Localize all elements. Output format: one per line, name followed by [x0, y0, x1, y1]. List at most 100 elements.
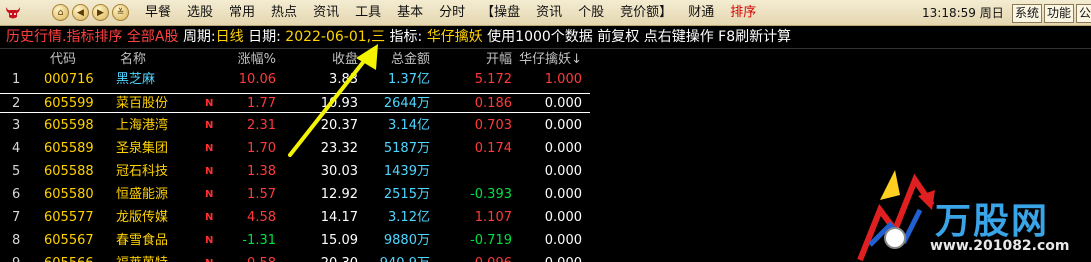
close-price: 12.92 — [320, 187, 358, 202]
stock-name: 福莱蒽特 — [116, 254, 168, 262]
table-row[interactable]: 5 605588 冠石科技 N 1.38 30.03 0.000 0.000 1439万 — [0, 162, 590, 182]
toolbar-button-1[interactable]: 功能 — [1044, 4, 1075, 23]
toolbar-button-0[interactable]: 系统 — [1012, 4, 1043, 23]
menu-item-5[interactable]: 工具 — [347, 0, 389, 26]
open-pct: -0.393 — [470, 187, 512, 202]
table-row[interactable]: 7 605577 龙版传媒 N 4.58 14.17 1.107 0.000 3.12亿 — [0, 208, 590, 228]
home-icon[interactable]: ⌂ — [52, 4, 69, 21]
right-buttons: 系统 功能公 — [1012, 4, 1091, 23]
menu-item-12[interactable]: 财通 — [680, 0, 722, 26]
amount-unit: 万 — [416, 233, 430, 248]
period-value[interactable]: 日线 — [216, 29, 244, 45]
row-index: 2 — [12, 96, 21, 111]
row-index: 1 — [12, 72, 21, 87]
amount-value: 940.9 — [380, 256, 417, 262]
total-amount: 9880万 — [384, 231, 430, 251]
menu-item-2[interactable]: 常用 — [221, 0, 263, 26]
amount-unit: 万 — [417, 256, 430, 262]
watermark-brand: 万股网 — [935, 201, 1050, 242]
row-index: 5 — [12, 164, 21, 179]
indicator-value: 0.000 — [544, 118, 582, 133]
close-price: 30.03 — [320, 164, 358, 179]
menu-item-3[interactable]: 热点 — [263, 0, 305, 26]
annotation-arrow — [288, 44, 378, 157]
stock-code: 605599 — [44, 96, 94, 111]
indicator-value: 0.000 — [544, 141, 582, 156]
stock-name: 冠石科技 — [116, 164, 169, 179]
header-name[interactable]: 名称 — [120, 50, 146, 70]
toolbar-button-2[interactable]: 公 — [1076, 4, 1091, 23]
open-pct: 0.096 — [475, 254, 512, 262]
change-pct: 4.58 — [247, 210, 276, 225]
amount-value: 9880 — [383, 233, 417, 248]
amount-unit: 万 — [416, 164, 430, 179]
menu-item-11[interactable]: 竞价额】 — [612, 0, 680, 26]
amount-value: 1439 — [383, 164, 417, 179]
usage-note: 使用1000个数据 前复权 点右键操作 F8刷新计算 — [487, 29, 792, 45]
amount-unit: 亿 — [416, 72, 430, 87]
open-pct: 0.000 — [474, 164, 512, 179]
table-row[interactable]: 8 605567 春雪食品 N -1.31 15.09 -0.719 0.000 9880万 — [0, 231, 590, 251]
new-flag: N — [205, 98, 214, 109]
header-amount[interactable]: 总金额 — [391, 50, 430, 70]
indicator-value: 0.000 — [545, 254, 582, 262]
stock-name: 恒盛能源 — [116, 187, 169, 202]
menu-item-10[interactable]: 个股 — [570, 0, 612, 26]
change-pct: 1.38 — [247, 164, 276, 179]
stock-code: 605577 — [44, 210, 94, 225]
open-pct: 0.703 — [474, 118, 512, 133]
menu-item-0[interactable]: 早餐 — [137, 0, 179, 26]
forward-icon[interactable]: ▶ — [92, 4, 109, 21]
open-pct: 1.107 — [474, 210, 512, 225]
dropdown-icon[interactable]: ≚ — [112, 4, 129, 21]
stock-name: 上海港湾 — [116, 118, 169, 133]
period-label: 周期: — [182, 29, 216, 45]
stock-code: 000716 — [44, 72, 94, 87]
board-selector[interactable]: 全部A股 — [127, 29, 179, 45]
table-row[interactable]: 6 605580 恒盛能源 N 1.57 12.92 -0.393 0.000 2515万 — [0, 185, 590, 205]
total-amount: 940.9万 — [380, 254, 430, 262]
clock: 13:18:59 周日 — [922, 6, 1004, 20]
new-flag: N — [205, 166, 214, 177]
menu-item-7[interactable]: 分时 — [431, 0, 473, 26]
change-pct: 0.58 — [247, 254, 276, 262]
header-indicator[interactable]: 华仔擒妖↓ — [519, 50, 582, 70]
new-flag: N — [205, 212, 214, 223]
menu-item-1[interactable]: 选股 — [179, 0, 221, 26]
back-icon[interactable]: ◀ — [72, 4, 89, 21]
table-row[interactable]: 9 605566 福莱蒽特 N 0.58 20.30 0.096 0.000 940.9万 — [0, 254, 590, 262]
date-label: 日期: — [248, 29, 281, 45]
menu-item-8[interactable]: 【操盘 — [473, 0, 528, 26]
close-price: 15.09 — [320, 233, 358, 248]
amount-value: 2515 — [383, 187, 417, 202]
new-flag: N — [205, 235, 214, 246]
close-price: 20.30 — [321, 254, 358, 262]
new-flag: N — [205, 189, 214, 200]
indicator-value: 0.000 — [544, 96, 582, 111]
header-code[interactable]: 代码 — [50, 50, 76, 70]
total-amount: 3.14亿 — [388, 116, 430, 136]
amount-unit: 万 — [416, 187, 430, 202]
indicator-value[interactable]: 华仔擒妖 — [427, 29, 483, 45]
open-pct: 0.186 — [474, 96, 512, 111]
stock-code: 605589 — [44, 141, 94, 156]
stock-code: 605566 — [44, 254, 94, 262]
indicator-value: 0.000 — [544, 187, 582, 202]
amount-unit: 亿 — [416, 118, 430, 133]
menu-item-4[interactable]: 资讯 — [305, 0, 347, 26]
main-menu: 早餐 选股 常用 热点 资讯 工具 基本 分时 【操盘 资讯 个股 竞价额】 财通 排序 — [137, 0, 764, 26]
menu-item-6[interactable]: 基本 — [389, 0, 431, 26]
stock-name: 菜百股份 — [116, 96, 169, 111]
header-open[interactable]: 开幅 — [486, 50, 512, 70]
menu-item-13[interactable]: 排序 — [722, 0, 764, 26]
bull-logo-icon[interactable] — [0, 0, 26, 26]
open-pct: 5.172 — [474, 72, 512, 87]
header-change[interactable]: 涨幅% — [238, 50, 276, 70]
top-toolbar: ⌂ ◀ ▶ ≚ 早餐 选股 常用 热点 资讯 工具 基本 分时 【操盘 资讯 个股 竞价额】 财通 排序 … — [0, 0, 1091, 26]
menu-item-9[interactable]: 资讯 — [528, 0, 570, 26]
stock-code: 605567 — [44, 233, 94, 248]
row-index: 9 — [12, 254, 20, 262]
open-pct: -0.719 — [470, 233, 512, 248]
change-pct: 1.57 — [247, 187, 276, 202]
change-pct: 1.77 — [247, 96, 276, 111]
